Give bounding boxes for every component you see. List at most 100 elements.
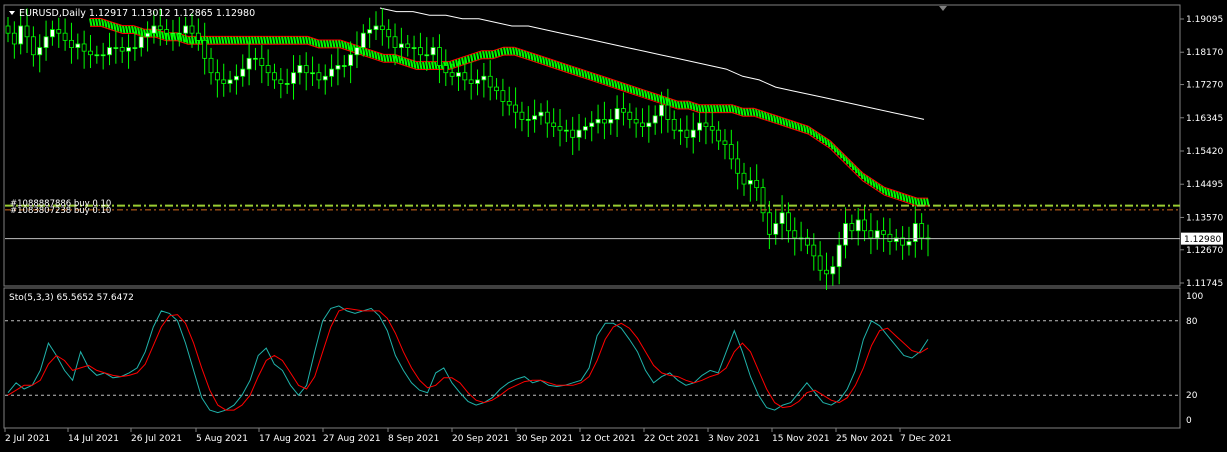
band-hatch — [476, 52, 480, 61]
band-hatch — [92, 18, 96, 27]
band-hatch — [698, 104, 702, 113]
candle — [722, 129, 728, 160]
band-hatch — [299, 36, 303, 45]
slow-ma-path — [379, 7, 925, 120]
candle — [671, 110, 677, 140]
band-hatch — [347, 42, 351, 51]
band-hatch — [902, 193, 906, 202]
candle — [551, 108, 557, 137]
chart-canvas[interactable]: 1.19095 1.18170 1.17270 1.16345 1.15420 1.144… — [0, 0, 1227, 452]
band-hatch — [803, 124, 807, 133]
candle — [341, 55, 347, 78]
candle — [716, 121, 722, 150]
band-hatch — [215, 36, 219, 45]
band-hatch — [554, 60, 558, 69]
candle — [5, 17, 11, 43]
band-hatch — [290, 36, 294, 45]
candlestick-series — [5, 8, 931, 291]
candle — [316, 63, 322, 89]
band-hatch — [761, 110, 765, 120]
band-hatch — [665, 97, 669, 106]
band-hatch — [662, 96, 666, 105]
band-hatch — [149, 29, 153, 38]
band-hatch — [593, 73, 597, 82]
price-tick-label: 1.14495 — [1186, 180, 1223, 190]
candle — [322, 64, 328, 95]
candle — [303, 52, 309, 91]
price-tick-label: 1.17270 — [1186, 81, 1223, 91]
candle — [69, 22, 74, 64]
band-hatch — [236, 36, 240, 45]
band-hatch — [368, 49, 372, 58]
band-hatch — [707, 104, 711, 113]
band-hatch — [599, 75, 603, 84]
candle — [145, 21, 150, 52]
candle — [570, 116, 576, 155]
band-hatch — [557, 61, 561, 70]
order-level-label-2[interactable]: #1083807238 buy 0.10 — [10, 206, 111, 216]
band-hatch — [281, 36, 285, 45]
band-hatch — [296, 36, 300, 45]
band-hatch — [98, 18, 102, 27]
band-hatch — [749, 108, 753, 117]
band-hatch — [182, 34, 186, 43]
candle — [297, 55, 303, 85]
band-hatch — [581, 69, 585, 78]
band-hatch — [752, 108, 756, 117]
band-hatch — [680, 100, 684, 110]
candle — [50, 20, 55, 46]
candle — [278, 68, 284, 99]
candle — [253, 47, 258, 71]
candle — [576, 114, 582, 151]
candle — [868, 213, 874, 255]
band-hatch — [590, 72, 594, 81]
candle — [608, 108, 614, 135]
band-hatch — [332, 39, 336, 49]
band-hatch — [209, 36, 213, 45]
band-hatch — [374, 51, 378, 60]
band-hatch — [206, 36, 210, 45]
band-hatch — [275, 36, 279, 45]
time-tick-label: 7 Dec 2021 — [900, 434, 952, 444]
candle — [766, 200, 772, 250]
candle — [614, 95, 620, 137]
chart-shift-marker-icon[interactable] — [939, 6, 947, 11]
band-hatch — [422, 61, 426, 70]
band-hatch — [497, 48, 501, 58]
band-hatch — [185, 35, 189, 44]
band-hatch — [188, 36, 192, 45]
band-hatch — [611, 79, 615, 88]
indicator-axis: 100 80 20 0 — [1186, 292, 1203, 426]
candle — [836, 231, 842, 285]
band-hatch — [116, 23, 120, 32]
band-hatch — [455, 59, 459, 68]
candle — [563, 119, 569, 143]
band-hatch — [905, 194, 909, 203]
band-hatch — [254, 36, 258, 45]
candle — [684, 115, 690, 148]
band-hatch — [644, 90, 648, 99]
band-hatch — [716, 104, 720, 113]
candle — [824, 252, 829, 291]
band-hatch — [896, 191, 900, 200]
band-hatch — [323, 39, 327, 49]
band-hatch — [626, 84, 630, 93]
band-hatch — [632, 86, 636, 95]
price-axis: 1.19095 1.18170 1.17270 1.16345 1.15420 1.144… — [1180, 15, 1223, 289]
band-hatch — [452, 60, 456, 69]
candle — [487, 60, 493, 101]
band-hatch — [263, 36, 267, 45]
band-hatch — [272, 36, 276, 45]
band-hatch — [500, 47, 504, 57]
price-tick-label: 1.11745 — [1186, 279, 1223, 289]
candle — [862, 205, 867, 242]
candle — [595, 104, 601, 134]
band-hatch — [389, 54, 393, 63]
triangle-down-icon[interactable] — [9, 11, 15, 15]
band-hatch — [719, 104, 723, 113]
candle — [468, 62, 474, 100]
candle — [227, 70, 233, 93]
candle — [525, 106, 531, 137]
band-hatch — [308, 36, 312, 45]
candle — [919, 213, 925, 250]
